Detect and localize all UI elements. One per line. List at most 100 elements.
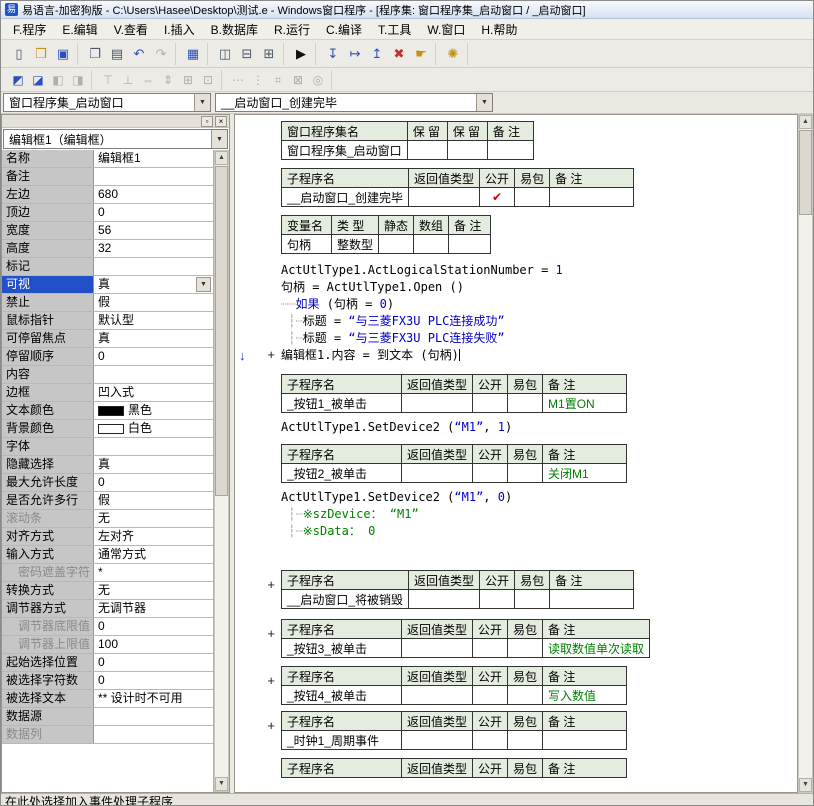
step-into-button[interactable]: ↧ [322,43,344,65]
property-row[interactable]: 转换方式 无 ▼ [2,582,213,600]
step-over-button[interactable]: ↦ [344,43,366,65]
new-button[interactable]: ▯ [8,43,30,65]
property-row[interactable]: 禁止 假 ▼ [2,294,213,312]
same-size-button[interactable]: ⊞ [178,70,198,90]
sub-comment-cell[interactable]: M1置ON [543,394,627,413]
space-vertical-button[interactable]: ⋮ [248,70,268,90]
code-line[interactable]: ActUtlType1.SetDevice2 (“M1”, 0) [281,489,797,506]
subroutine-combo[interactable]: __启动窗口_创建完毕 ▼ [215,93,493,112]
fold-plus-icon[interactable]: + [267,627,275,640]
property-row[interactable]: 被选择文本 ** 设计时不可用 ▼ [2,690,213,708]
compile-button[interactable]: ✺ [442,43,464,65]
menu-compile[interactable]: C.编译 [318,19,370,40]
program-set-combo[interactable]: 窗口程序集_启动窗口 ▼ [3,93,211,112]
expand-all-button[interactable]: ⊞ [258,43,280,65]
pause-button[interactable]: ☛ [410,43,432,65]
align-bottom-button[interactable]: ⊥ [118,70,138,90]
menu-edit[interactable]: E.编辑 [54,19,105,40]
code-line[interactable]: ActUtlType1.ActLogicalStationNumber = 1 [281,262,797,279]
space-horizontal-button[interactable]: ⋯ [228,70,248,90]
window-tile-button[interactable]: ◫ [214,43,236,65]
snap-grid-button[interactable]: ⌗ [268,70,288,90]
code-line[interactable]: ┈┈如果 (句柄 = 0) [281,296,797,313]
sub-name-cell[interactable]: _按钮2_被单击 [282,464,402,483]
open-button[interactable]: ❒ [30,43,52,65]
sub-comment-cell[interactable] [543,731,627,750]
fold-plus-icon[interactable]: + [267,674,275,687]
paste-button[interactable]: ▤ [106,43,128,65]
database-button[interactable]: ▦ [182,43,204,65]
lock-controls-button[interactable]: ⊠ [288,70,308,90]
property-row[interactable]: 顶边 0 ▼ [2,204,213,222]
property-row[interactable]: 调节器上限值 100 ▼ [2,636,213,654]
sub-name-cell[interactable]: __启动窗口_将被销毁 [282,590,409,609]
window-split-button[interactable]: ⊟ [236,43,258,65]
send-back-button[interactable]: ◪ [28,70,48,90]
fold-plus-icon[interactable]: + [267,348,275,361]
menu-window[interactable]: W.窗口 [419,19,473,40]
dropdown-arrow-icon[interactable]: ▼ [476,94,492,111]
property-row[interactable]: 字体 ▼ [2,438,213,456]
property-row[interactable]: 高度 32 ▼ [2,240,213,258]
property-row[interactable]: 边框 凹入式 ▼ [2,384,213,402]
property-row[interactable]: 鼠标指针 默认型 ▼ [2,312,213,330]
fold-plus-icon[interactable]: + [267,719,275,732]
property-row[interactable]: 滚动条 无 ▼ [2,510,213,528]
property-row[interactable]: 被选择字符数 0 ▼ [2,672,213,690]
menu-tools[interactable]: T.工具 [370,19,419,40]
object-selector[interactable]: 编辑框1（编辑框） ▼ [3,129,228,149]
scrollbar-thumb[interactable] [215,166,228,496]
dropdown-arrow-icon[interactable]: ▼ [211,130,227,148]
sub-comment-cell[interactable] [550,590,634,609]
scroll-up-icon[interactable]: ▲ [799,115,812,129]
float-panel-button[interactable]: ▫ [201,116,213,127]
align-right-button[interactable]: ◨ [68,70,88,90]
sub-comment-cell[interactable]: 关闭M1 [543,464,627,483]
menu-database[interactable]: B.数据库 [203,19,266,40]
bring-front-button[interactable]: ◩ [8,70,28,90]
code-line[interactable]: ActUtlType1.SetDevice2 (“M1”, 1) [281,419,797,436]
editor-scrollbar[interactable]: ▲ ▼ [798,114,813,793]
sub-name-cell[interactable]: _按钮4_被单击 [282,686,402,705]
property-row[interactable]: 停留顺序 0 ▼ [2,348,213,366]
property-row[interactable]: 隐藏选择 真 ▼ [2,456,213,474]
menu-run[interactable]: R.运行 [266,19,318,40]
code-line[interactable]: ┆┈标题 = “与三菱FX3U PLC连接成功” [281,313,797,330]
sub-name-cell[interactable]: __启动窗口_创建完毕 [282,188,409,207]
sub-name-cell[interactable]: _时钟1_周期事件 [282,731,402,750]
code-line[interactable]: ┆┈标题 = “与三菱FX3U PLC连接失败” [281,330,797,347]
property-row[interactable]: 备注 ▼ [2,168,213,186]
property-row[interactable]: 调节器方式 无调节器 ▼ [2,600,213,618]
dropdown-arrow-icon[interactable]: ▼ [194,94,210,111]
tab-order-button[interactable]: ◎ [308,70,328,90]
property-row[interactable]: 可停留焦点 真 ▼ [2,330,213,348]
same-height-button[interactable]: ⇕ [158,70,178,90]
align-left-button[interactable]: ◧ [48,70,68,90]
sub-comment-cell[interactable]: 读取数值单次读取 [543,639,650,658]
menu-program[interactable]: F.程序 [5,19,54,40]
property-row[interactable]: 标记 ▼ [2,258,213,276]
code-line[interactable]: 句柄 = ActUtlType1.Open () [281,279,797,296]
save-button[interactable]: ▣ [52,43,74,65]
code-line[interactable]: ┆┈※sData： 0 [281,523,797,540]
property-row[interactable]: 背景颜色 白色 ▼ [2,420,213,438]
undo-button[interactable]: ↶ [128,43,150,65]
property-row[interactable]: 最大允许长度 0 ▼ [2,474,213,492]
sub-comment-cell[interactable]: 写入数值 [543,686,627,705]
menu-insert[interactable]: I.插入 [156,19,203,40]
scroll-up-icon[interactable]: ▲ [215,151,228,165]
same-width-button[interactable]: ⇔ [138,70,158,90]
property-row[interactable]: 内容 ▼ [2,366,213,384]
property-row[interactable]: 左边 680 ▼ [2,186,213,204]
menu-view[interactable]: V.查看 [106,19,156,40]
step-out-button[interactable]: ↥ [366,43,388,65]
sub-name-cell[interactable]: _按钮1_被单击 [282,394,402,413]
property-row[interactable]: 密码遮盖字符 * ▼ [2,564,213,582]
menu-help[interactable]: H.帮助 [473,19,525,40]
redo-button[interactable]: ↷ [150,43,172,65]
scroll-down-icon[interactable]: ▼ [215,777,228,791]
align-top-button[interactable]: ⊤ [98,70,118,90]
panel-scrollbar[interactable]: ▲ ▼ [214,150,229,792]
copy-button[interactable]: ❐ [84,43,106,65]
status-bar[interactable]: 在此处选择加入事件处理子程序 [1,793,813,805]
